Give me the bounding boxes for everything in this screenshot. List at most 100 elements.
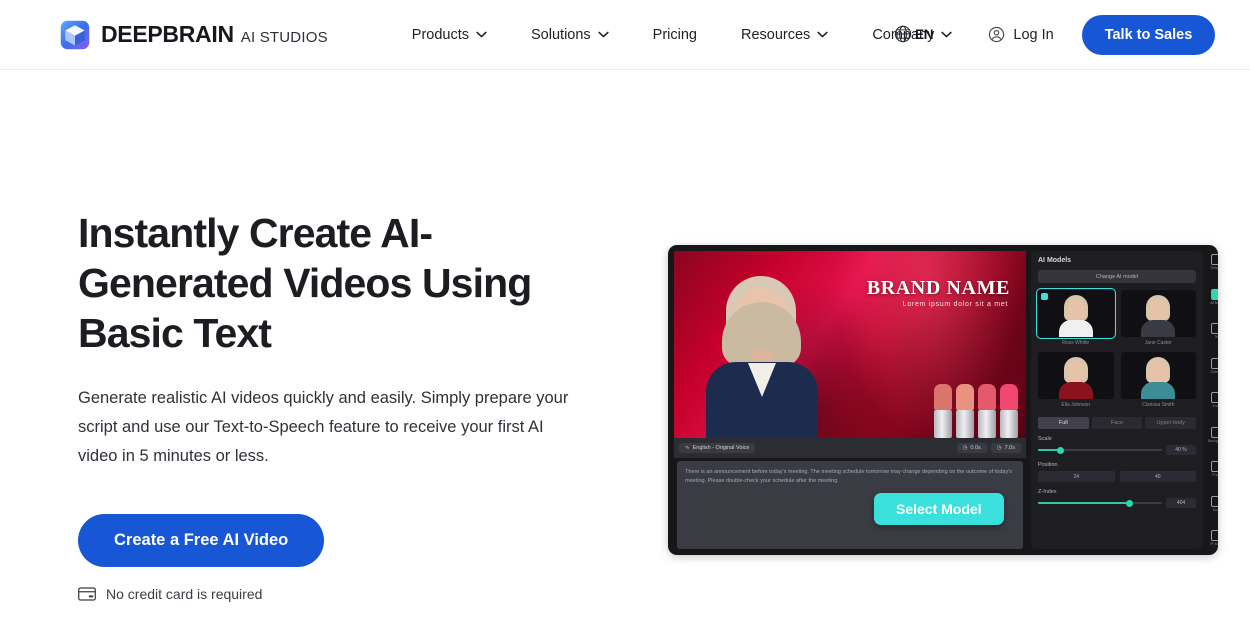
- selected-badge-icon: [1041, 293, 1048, 300]
- cube-logo-icon: [60, 20, 90, 49]
- toolbar-label: Audio: [1212, 507, 1218, 512]
- toolbar-label: AI Model: [1210, 300, 1218, 305]
- model-thumbnail: [1120, 290, 1196, 337]
- model-head: [1149, 299, 1167, 321]
- frame-icon: [1211, 461, 1218, 472]
- header-actions: Log In Talk to Sales: [974, 14, 1216, 55]
- clock-icon: ◷: [996, 445, 1002, 451]
- canvas-brand-subtitle: Lorem ipsum dolor sit a met: [902, 301, 1008, 308]
- voice-language-chip[interactable]: ∿ English - Original Voice: [679, 443, 756, 453]
- talk-to-sales-button[interactable]: Talk to Sales: [1081, 14, 1216, 55]
- model-thumbnail: [1038, 352, 1114, 399]
- create-free-ai-video-button[interactable]: Create a Free AI Video: [78, 514, 325, 567]
- model-card-ella-johnson[interactable]: Ella Johnson: [1038, 352, 1114, 408]
- model-head: [1149, 361, 1167, 383]
- brand-name: DEEPBRAIN: [101, 21, 234, 47]
- nav-item-solutions[interactable]: Solutions: [509, 19, 631, 51]
- product-preview: BRAND NAME Lorem ipsum dolor sit a met ∿…: [668, 245, 1218, 555]
- model-body: [1141, 382, 1176, 399]
- zindex-label: Z-Index: [1038, 489, 1057, 495]
- chevron-down-icon: [476, 31, 487, 38]
- scale-slider[interactable]: [1038, 446, 1162, 455]
- select-model-button[interactable]: Select Model: [874, 493, 1004, 525]
- toolbar-label: Template: [1210, 266, 1218, 270]
- model-thumbnail: [1036, 288, 1116, 339]
- globe-icon: [894, 25, 912, 43]
- hero-description: Generate realistic AI videos quickly and…: [78, 389, 569, 465]
- brand-logo-link[interactable]: DEEPBRAIN AI STUDIOS: [60, 20, 328, 50]
- model-card-ross-whitte[interactable]: Ross Whitte: [1036, 288, 1116, 346]
- model-card-clarissa-smith[interactable]: Clarissa Smith: [1120, 352, 1196, 408]
- tab-face[interactable]: Face: [1091, 417, 1143, 429]
- person-icon: [1211, 288, 1218, 300]
- model-body: [1058, 382, 1093, 399]
- slider-knob[interactable]: [1126, 499, 1134, 507]
- zindex-slider[interactable]: [1038, 499, 1162, 508]
- toolbar-label: Subtitles: [1210, 369, 1218, 374]
- nav-item-resources[interactable]: Resources: [719, 19, 850, 51]
- language-selector[interactable]: EN: [893, 24, 934, 44]
- toolbar-item-image[interactable]: Image: [1207, 392, 1218, 408]
- ai-avatar-presenter: [698, 268, 826, 438]
- canvas-brand-title: BRAND NAME: [866, 277, 1010, 299]
- toolbar-label: Frame: [1212, 473, 1218, 477]
- position-y-field[interactable]: 40: [1119, 471, 1196, 482]
- toolbar-label: Background: [1207, 438, 1218, 443]
- main-navigation: Products Solutions Pricing Resources Com…: [390, 19, 975, 51]
- chevron-down-icon: [941, 31, 953, 38]
- brand-subtitle: AI STUDIOS: [240, 29, 328, 46]
- nav-label: Solutions: [531, 26, 591, 43]
- zindex-value[interactable]: 404: [1166, 498, 1196, 508]
- position-x-field[interactable]: 24: [1038, 471, 1115, 482]
- image-icon: [1211, 392, 1218, 403]
- model-body: [1058, 320, 1093, 337]
- time-end-chip[interactable]: ◷ 7.0s: [990, 443, 1021, 453]
- scale-label: Scale: [1038, 436, 1052, 442]
- model-thumbnail: [1120, 352, 1196, 399]
- toolbar-item-template[interactable]: Template: [1207, 254, 1218, 270]
- clock-icon: ◷: [962, 445, 968, 451]
- position-label: Position: [1038, 462, 1058, 468]
- scale-value[interactable]: 40 %: [1166, 445, 1196, 455]
- nav-label: Resources: [741, 26, 811, 43]
- model-name: Ross Whitte: [1062, 340, 1090, 346]
- slider-knob[interactable]: [1056, 446, 1064, 454]
- credit-card-icon: [78, 587, 96, 601]
- no-credit-card-note: No credit card is required: [78, 586, 618, 602]
- product-lipsticks: [934, 384, 1018, 438]
- change-ai-model-button[interactable]: Change AI model: [1038, 270, 1196, 283]
- toolbar-item-ai-model[interactable]: AI Model: [1207, 288, 1218, 305]
- toolbar-item-frame[interactable]: Frame: [1207, 461, 1218, 477]
- editor-toolbar: Template AI Model Text Subtitles Image: [1207, 251, 1218, 549]
- time-start-chip[interactable]: ◷ 0.0s: [956, 443, 987, 453]
- toolbar-label: Image: [1212, 404, 1219, 408]
- nav-item-products[interactable]: Products: [390, 19, 509, 51]
- position-control: 24 40: [1038, 471, 1196, 482]
- subtitle-toolbar: ∿ English - Original Voice ◷ 0.0s ◷ 7.0s: [674, 438, 1026, 458]
- model-body: [1141, 320, 1176, 337]
- nav-item-pricing[interactable]: Pricing: [631, 19, 719, 51]
- voice-language-label: English - Original Voice: [692, 445, 750, 451]
- toolbar-item-audio[interactable]: Audio: [1207, 495, 1218, 512]
- video-canvas[interactable]: BRAND NAME Lorem ipsum dolor sit a met: [674, 251, 1026, 438]
- template-icon: [1211, 254, 1218, 265]
- lipstick-item: [934, 384, 952, 438]
- chevron-down-icon: [598, 31, 609, 38]
- toolbar-label: Text: [1214, 335, 1218, 339]
- subtitles-icon: [1211, 357, 1218, 369]
- no-credit-card-label: No credit card is required: [106, 586, 263, 602]
- toolbar-item-background[interactable]: Background: [1207, 426, 1218, 443]
- nav-label: Products: [411, 26, 470, 43]
- model-name: Ella Johnson: [1061, 402, 1091, 408]
- zindex-control: 404: [1038, 498, 1196, 508]
- toolbar-item-ip-assets[interactable]: IP Assets: [1207, 530, 1218, 546]
- language-label: EN: [915, 26, 934, 42]
- tab-full[interactable]: Full: [1038, 417, 1089, 429]
- text-icon: [1211, 323, 1218, 334]
- model-card-jane-caster[interactable]: Jane Caster: [1120, 290, 1196, 346]
- login-button[interactable]: Log In: [974, 18, 1067, 51]
- toolbar-item-subtitles[interactable]: Subtitles: [1207, 357, 1218, 374]
- login-label: Log In: [1013, 26, 1054, 43]
- toolbar-item-text[interactable]: Text: [1207, 323, 1218, 339]
- tab-upper-body[interactable]: Upper body: [1145, 417, 1197, 429]
